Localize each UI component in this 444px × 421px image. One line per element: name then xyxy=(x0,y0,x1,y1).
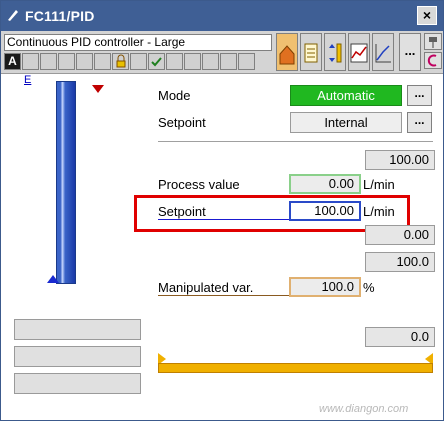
e-link[interactable]: E xyxy=(24,74,31,86)
manipulated-var-field: 100.0 xyxy=(289,277,361,297)
status-indicator xyxy=(130,53,147,70)
status-indicators: A xyxy=(4,53,256,71)
setpoint-unit: L/min xyxy=(363,204,395,219)
block-name-field: Continuous PID controller - Large xyxy=(4,34,272,51)
chart-view-button[interactable] xyxy=(372,33,394,71)
divider xyxy=(158,141,433,142)
manipulated-underline xyxy=(158,295,290,296)
setpoint-source-label: Setpoint xyxy=(158,115,206,130)
output-high-value: 100.0 xyxy=(365,252,435,272)
window-title: FC111/PID xyxy=(25,8,95,24)
setpoint-underline xyxy=(158,219,290,220)
trend-icon xyxy=(350,43,368,63)
auto-mode-indicator: A xyxy=(4,53,21,70)
scroll-icon xyxy=(304,43,318,63)
pen-icon xyxy=(8,10,18,21)
status-indicator xyxy=(184,53,201,70)
status-indicator xyxy=(40,53,57,70)
limit-icon xyxy=(329,43,342,63)
scale-low-value: 0.00 xyxy=(365,225,435,245)
chart-icon xyxy=(375,44,391,63)
scale-high-value: 100.00 xyxy=(365,150,435,170)
pin-button[interactable] xyxy=(424,33,442,50)
title-bar[interactable]: FC111/PID × xyxy=(1,1,443,31)
home-view-button[interactable] xyxy=(276,33,298,71)
home-icon xyxy=(279,45,295,65)
toolbar: Continuous PID controller - Large A ... xyxy=(1,31,443,74)
status-indicator xyxy=(166,53,183,70)
lock-icon xyxy=(112,53,129,70)
more-views-button[interactable]: ... xyxy=(399,33,421,71)
mode-label: Mode xyxy=(158,88,191,103)
process-value-bar xyxy=(56,81,76,284)
empty-status-field xyxy=(14,373,141,394)
manipulated-unit: % xyxy=(363,280,375,295)
status-indicator xyxy=(220,53,237,70)
status-indicator xyxy=(76,53,93,70)
mode-more-button[interactable]: ... xyxy=(407,85,432,106)
back-button[interactable] xyxy=(424,52,442,69)
manipulated-var-label: Manipulated var. xyxy=(158,280,254,295)
empty-status-field xyxy=(14,346,141,367)
close-button[interactable]: × xyxy=(417,6,437,25)
output-low-value: 0.0 xyxy=(365,327,435,347)
status-indicator xyxy=(94,53,111,70)
setpoint-marker xyxy=(92,85,104,93)
mode-button[interactable]: Automatic xyxy=(290,85,402,106)
setpoint-source-button[interactable]: Internal xyxy=(290,112,402,133)
setpoint-input[interactable]: 100.00 xyxy=(289,201,361,221)
manipulated-slider[interactable] xyxy=(158,363,433,373)
pin-icon xyxy=(429,37,437,48)
faceplate-window: FC111/PID × Continuous PID controller - … xyxy=(0,0,444,421)
back-icon xyxy=(427,54,437,67)
status-indicator xyxy=(22,53,39,70)
process-value-marker xyxy=(47,275,59,283)
status-indicator xyxy=(202,53,219,70)
status-indicator xyxy=(58,53,75,70)
status-indicator xyxy=(238,53,255,70)
setpoint-label: Setpoint xyxy=(158,204,206,219)
process-value-field: 0.00 xyxy=(289,174,361,194)
parameter-view-button[interactable] xyxy=(300,33,322,71)
bar-fill xyxy=(56,81,76,284)
limit-view-button[interactable] xyxy=(324,33,346,71)
process-value-label: Process value xyxy=(158,177,240,192)
watermark: www.diangon.com xyxy=(319,403,409,415)
process-value-unit: L/min xyxy=(363,177,395,192)
setpoint-source-more-button[interactable]: ... xyxy=(407,112,432,133)
trend-view-button[interactable] xyxy=(348,33,370,71)
empty-status-field xyxy=(14,319,141,340)
check-icon xyxy=(148,53,165,70)
